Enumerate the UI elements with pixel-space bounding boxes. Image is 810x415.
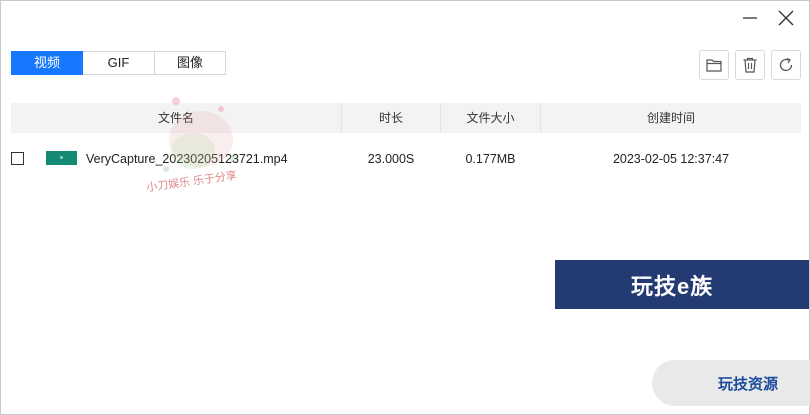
file-created-time: 2023-02-05 12:37:47 — [612, 152, 730, 166]
tab-video[interactable]: 视频 — [11, 51, 83, 75]
close-icon — [778, 10, 794, 26]
thumbnail-dot — [60, 156, 63, 159]
minimize-button[interactable] — [739, 7, 761, 29]
delete-button[interactable] — [735, 50, 765, 80]
trash-icon — [743, 57, 757, 73]
refresh-button[interactable] — [771, 50, 801, 80]
minimize-icon — [743, 17, 757, 19]
close-button[interactable] — [775, 7, 797, 29]
table-row[interactable]: VeryCapture_20230205123721.mp4 23.000S 0… — [11, 146, 801, 172]
app-window: 视频 GIF 图像 文件名 时长 文件大小 创建时间 VeryCapture_2… — [0, 0, 810, 415]
video-thumbnail — [46, 151, 77, 165]
file-duration: 23.000S — [367, 152, 415, 166]
banner-text: 玩技e族 — [631, 274, 714, 299]
file-size: 0.177MB — [465, 152, 516, 166]
watermark-pill: 玩技资源 — [652, 360, 810, 406]
tab-image[interactable]: 图像 — [155, 51, 226, 75]
refresh-icon — [779, 57, 793, 72]
tab-gif[interactable]: GIF — [83, 51, 155, 75]
column-header-created[interactable]: 创建时间 — [541, 103, 801, 133]
title-bar — [1, 1, 809, 35]
watermark-banner: 玩技e族 — [555, 260, 809, 309]
pill-text: 玩技资源 — [718, 376, 779, 393]
media-type-tabs: 视频 GIF 图像 — [11, 51, 226, 75]
column-header-duration[interactable]: 时长 — [342, 103, 440, 133]
open-folder-button[interactable] — [699, 50, 729, 80]
row-checkbox[interactable] — [11, 152, 24, 165]
column-header-size[interactable]: 文件大小 — [441, 103, 540, 133]
table-header: 文件名 时长 文件大小 创建时间 — [11, 103, 801, 133]
folder-icon — [706, 59, 722, 72]
